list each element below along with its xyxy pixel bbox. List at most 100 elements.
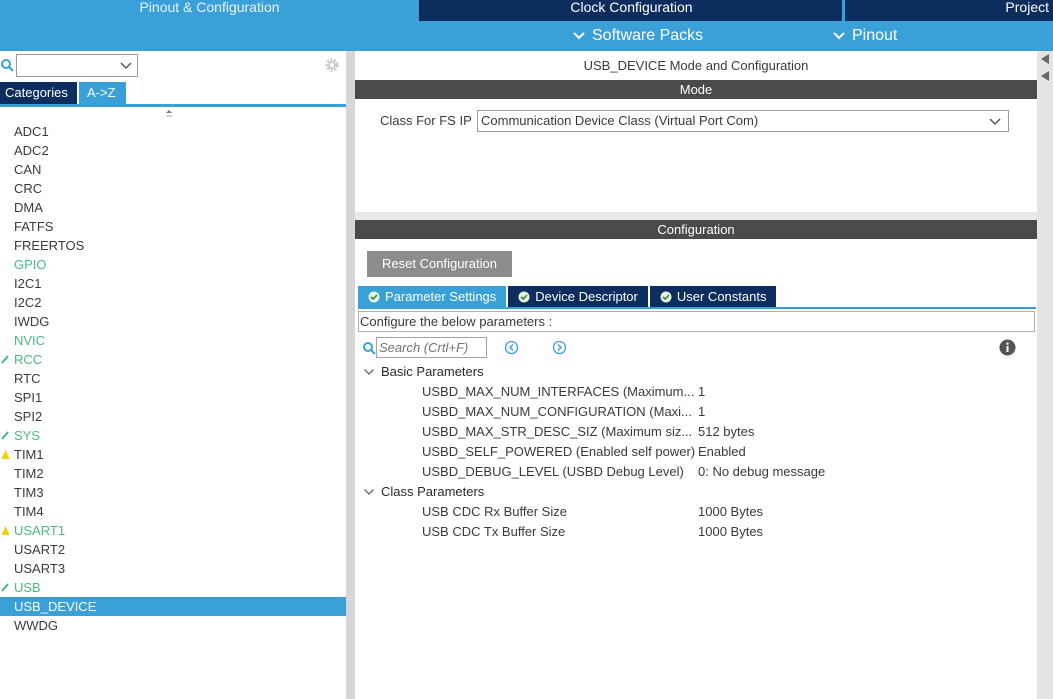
peripheral-item[interactable]: USART2 xyxy=(0,540,346,559)
config-tab-label: Parameter Settings xyxy=(385,289,497,304)
right-scrollbar[interactable] xyxy=(1037,51,1053,699)
parameter-group[interactable]: Class Parameters xyxy=(363,482,484,502)
peripheral-item[interactable]: IWDG xyxy=(0,312,346,331)
peripheral-item[interactable]: TIM1 xyxy=(0,445,346,464)
peripheral-label: TIM3 xyxy=(14,485,44,500)
config-tab[interactable]: User Constants xyxy=(649,286,777,308)
class-select-value: Communication Device Class (Virtual Port… xyxy=(481,113,759,128)
peripheral-label: USB xyxy=(14,580,41,595)
parameter-row[interactable]: USBD_DEBUG_LEVEL (USBD Debug Level) 0: No… xyxy=(422,462,1032,482)
view-underline xyxy=(0,104,346,107)
peripheral-label: USART2 xyxy=(14,542,66,557)
peripheral-item[interactable]: TIM4 xyxy=(0,502,346,521)
tab-underline xyxy=(358,307,1036,309)
parameter-value[interactable]: 1 xyxy=(698,402,705,422)
previous-result-icon[interactable] xyxy=(504,340,519,355)
software-packs-menu[interactable]: Software Packs xyxy=(572,27,703,45)
peripheral-label: RCC xyxy=(14,352,43,367)
class-for-fs-ip-label: Class For FS IP xyxy=(380,113,472,128)
peripheral-item[interactable]: TIM3 xyxy=(0,483,346,502)
panel-splitter[interactable] xyxy=(346,51,355,699)
peripheral-item[interactable]: SYS xyxy=(0,426,346,445)
peripheral-item[interactable]: USB_DEVICE xyxy=(0,597,346,616)
peripheral-item[interactable]: I2C1 xyxy=(0,274,346,293)
search-icon xyxy=(363,342,376,355)
peripheral-label: I2C1 xyxy=(14,276,42,291)
peripheral-item[interactable]: SPI1 xyxy=(0,388,346,407)
parameter-value[interactable]: 512 bytes xyxy=(698,422,754,442)
tab-project-manager[interactable]: Project xyxy=(845,0,1053,21)
class-for-fs-ip-select[interactable]: Communication Device Class (Virtual Port… xyxy=(477,110,1009,132)
peripheral-label: ADC1 xyxy=(14,124,49,139)
info-icon[interactable] xyxy=(999,339,1016,356)
scroll-arrow-icon[interactable] xyxy=(1037,51,1053,91)
config-tab[interactable]: Parameter Settings xyxy=(358,286,507,308)
peripheral-item[interactable]: USART3 xyxy=(0,559,346,578)
peripheral-item[interactable]: WWDG xyxy=(0,616,346,635)
peripheral-label: GPIO xyxy=(14,257,47,272)
peripheral-label: USART1 xyxy=(14,523,66,538)
pinout-menu[interactable]: Pinout xyxy=(832,27,897,45)
software-packs-label: Software Packs xyxy=(592,27,704,44)
peripheral-item[interactable]: DMA xyxy=(0,198,346,217)
top-tab-bar: Pinout & Configuration Clock Configurati… xyxy=(0,0,1053,21)
sort-icon[interactable] xyxy=(164,108,174,120)
parameter-value[interactable]: 1000 Bytes xyxy=(698,502,763,522)
peripheral-item[interactable]: USB xyxy=(0,578,346,597)
parameter-name: USBD_DEBUG_LEVEL (USBD Debug Level) xyxy=(422,464,684,479)
parameter-search-input[interactable] xyxy=(376,337,487,358)
peripheral-label: USB_DEVICE xyxy=(14,599,97,614)
peripheral-item[interactable]: FREERTOS xyxy=(0,236,346,255)
parameter-row[interactable]: USB CDC Rx Buffer Size 1000 Bytes xyxy=(422,502,1032,522)
peripheral-item[interactable]: CRC xyxy=(0,179,346,198)
peripheral-label: TIM4 xyxy=(14,504,44,519)
peripheral-item[interactable]: NVIC xyxy=(0,331,346,350)
peripheral-item[interactable]: SPI2 xyxy=(0,407,346,426)
peripheral-item[interactable]: FATFS xyxy=(0,217,346,236)
parameter-value[interactable]: 0: No debug message xyxy=(698,462,825,482)
peripheral-item[interactable]: GPIO xyxy=(0,255,346,274)
mode-panel-title: USB_DEVICE Mode and Configuration xyxy=(583,58,809,73)
next-result-icon[interactable] xyxy=(552,340,567,355)
peripheral-label: TIM1 xyxy=(14,447,44,462)
peripheral-item[interactable]: ADC1 xyxy=(0,122,346,141)
parameter-row[interactable]: USBD_MAX_STR_DESC_SIZ (Maximum siz... 512… xyxy=(422,422,1032,442)
gear-icon[interactable] xyxy=(323,56,341,74)
mode-section-header: Mode xyxy=(355,80,1037,99)
peripheral-filter-select[interactable] xyxy=(16,54,138,77)
peripheral-item[interactable]: RTC xyxy=(0,369,346,388)
parameter-row[interactable]: USBD_MAX_NUM_CONFIGURATION (Maxi... 1 xyxy=(422,402,1032,422)
parameter-name: USBD_MAX_NUM_CONFIGURATION (Maxi... xyxy=(422,404,692,419)
peripheral-item[interactable]: TIM2 xyxy=(0,464,346,483)
parameter-value[interactable]: Enabled xyxy=(698,442,746,462)
search-icon xyxy=(1,59,14,72)
peripheral-item[interactable]: RCC xyxy=(0,350,346,369)
warning-icon xyxy=(1,526,10,535)
parameter-row[interactable]: USB CDC Tx Buffer Size 1000 Bytes xyxy=(422,522,1032,542)
reset-configuration-button[interactable]: Reset Configuration xyxy=(367,251,512,277)
parameter-row[interactable]: USBD_SELF_POWERED (Enabled self power) En… xyxy=(422,442,1032,462)
peripheral-item[interactable]: USART1 xyxy=(0,521,346,540)
peripheral-item[interactable]: CAN xyxy=(0,160,346,179)
peripheral-label: FREERTOS xyxy=(14,238,85,253)
parameter-group-label: Class Parameters xyxy=(381,484,485,499)
parameter-value[interactable]: 1000 Bytes xyxy=(698,522,763,542)
peripheral-label: SPI2 xyxy=(14,409,43,424)
check-mark-icon xyxy=(1,431,9,440)
peripheral-item[interactable]: I2C2 xyxy=(0,293,346,312)
parameter-row[interactable]: USBD_MAX_NUM_INTERFACES (Maximum... 1 xyxy=(422,382,1032,402)
peripheral-label: NVIC xyxy=(14,333,46,348)
peripheral-label: USART3 xyxy=(14,561,66,576)
peripheral-item[interactable]: ADC2 xyxy=(0,141,346,160)
parameter-value[interactable]: 1 xyxy=(698,382,705,402)
tab-clock-configuration[interactable]: Clock Configuration xyxy=(421,0,842,21)
config-tab[interactable]: Device Descriptor xyxy=(508,286,648,308)
sub-menu-bar: Software Packs Pinout xyxy=(0,21,1053,51)
peripheral-label: CAN xyxy=(14,162,42,177)
peripheral-list: ADC1 ADC2 CAN CRC DMA FATFS FREERTOS GPIO I2C1 I2… xyxy=(0,122,346,635)
categories-view-button[interactable]: Categories xyxy=(0,82,77,104)
tab-pinout-configuration[interactable]: Pinout & Configuration xyxy=(0,0,419,21)
parameter-group[interactable]: Basic Parameters xyxy=(363,362,484,382)
az-view-button[interactable]: A->Z xyxy=(79,82,126,104)
pinout-menu-label: Pinout xyxy=(852,27,898,44)
